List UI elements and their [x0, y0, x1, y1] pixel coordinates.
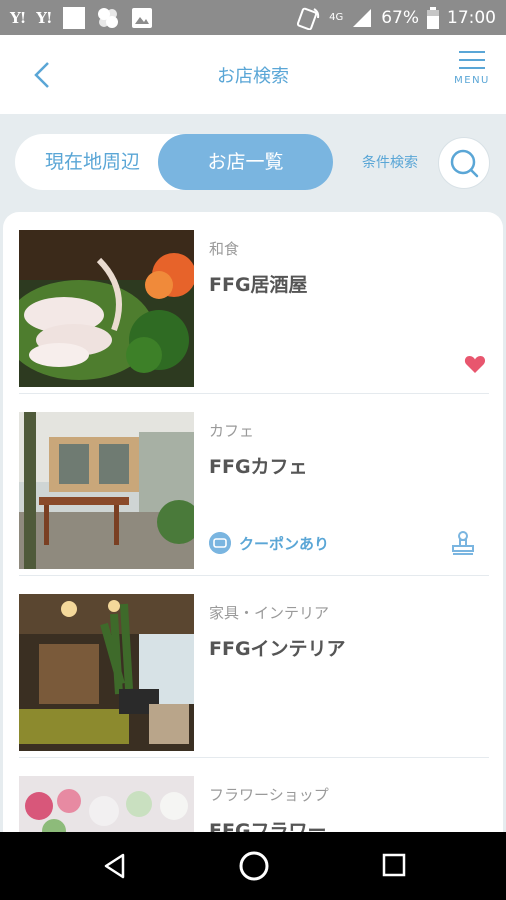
condition-search-link[interactable]: 条件検索 [362, 152, 418, 172]
shop-name: FFGフラワー [209, 820, 327, 832]
hamburger-icon [459, 51, 485, 69]
system-nav-bar [0, 832, 506, 900]
shop-row[interactable]: カフェ FFGカフェ クーポンあり [19, 394, 489, 576]
shop-photo-interior [19, 594, 194, 751]
signal-icon [353, 8, 372, 27]
app-header: お店検索 MENU [0, 35, 506, 114]
shop-row[interactable]: フラワーショップ FFGフラワー [19, 758, 489, 832]
segment-nearby[interactable]: 現在地周辺 [15, 134, 170, 190]
battery-percent: 67% [381, 7, 419, 28]
segment-shop-list[interactable]: お店一覧 [158, 134, 333, 190]
nav-recents-icon[interactable] [382, 853, 406, 877]
shop-category: 家具・インテリア [209, 604, 330, 622]
stamp-icon[interactable] [451, 530, 475, 556]
shop-list: 和食 FFG居酒屋 カフェ FFGカフェ クーポンあり 家具・インテリア FFG… [3, 212, 503, 832]
notification-square-icon [62, 6, 85, 29]
pinwheel-icon [97, 7, 118, 28]
shop-row[interactable]: 和食 FFG居酒屋 [19, 212, 489, 394]
shop-photo-cafe [19, 412, 194, 569]
image-icon [131, 7, 152, 28]
shop-category: 和食 [209, 240, 240, 258]
status-bar: Y! Y! 4G 67% 17:00 [0, 0, 506, 35]
shop-name: FFGカフェ [209, 456, 308, 478]
shop-row[interactable]: 家具・インテリア FFGインテリア [19, 576, 489, 758]
coupon-label: クーポンあり [239, 534, 330, 553]
favorite-heart-icon[interactable] [463, 352, 487, 376]
shop-photo-flowers [19, 776, 194, 832]
search-icon [450, 149, 479, 178]
battery-icon [427, 6, 439, 29]
page-title: お店検索 [217, 66, 289, 87]
yahoo-y-icon: Y! [36, 8, 52, 27]
clock: 17:00 [447, 7, 496, 28]
nav-home-icon[interactable] [238, 850, 270, 882]
data-sync-icon [297, 7, 320, 30]
coupon-badge[interactable]: クーポンあり [209, 532, 329, 554]
shop-name: FFG居酒屋 [209, 274, 308, 296]
shop-photo-sashimi [19, 230, 194, 387]
shop-name: FFGインテリア [209, 638, 346, 660]
yahoo-y-icon: Y! [10, 8, 26, 27]
nav-back-icon[interactable] [103, 853, 127, 879]
coupon-ticket-icon [209, 532, 231, 554]
view-segment-control: 現在地周辺 お店一覧 [15, 134, 333, 190]
menu-button[interactable]: MENU [450, 51, 494, 86]
network-type: 4G [329, 12, 344, 23]
search-button[interactable] [438, 137, 490, 189]
shop-category: カフェ [209, 422, 255, 440]
shop-category: フラワーショップ [209, 786, 329, 804]
menu-label: MENU [454, 75, 490, 86]
